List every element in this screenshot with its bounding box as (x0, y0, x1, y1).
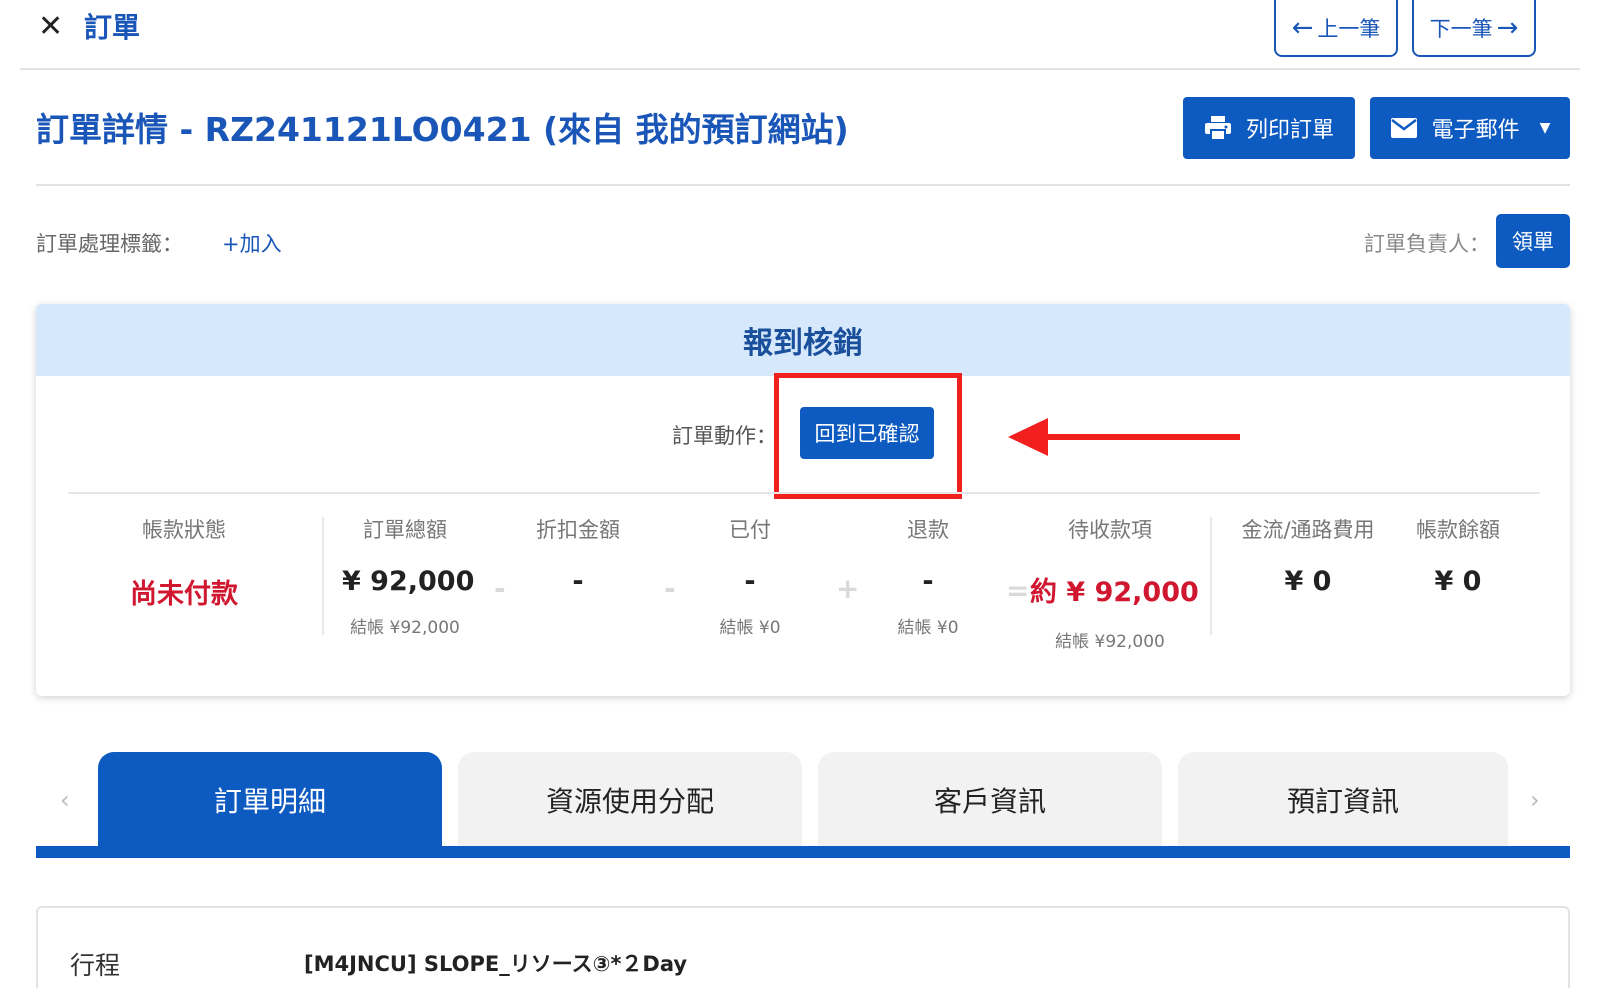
top-title: 訂單 (84, 11, 141, 44)
next-order-button[interactable]: 下一筆 → (1412, 0, 1536, 57)
caret-down-icon: ▼ (1539, 120, 1551, 136)
email-label: 電子郵件 (1431, 118, 1520, 143)
arrow-right-icon: → (1496, 12, 1519, 43)
prev-order-button[interactable]: ← 上一筆 (1274, 0, 1398, 57)
paid-label: 已付 (729, 518, 771, 542)
top-bar: ✕ 訂單 ← 上一筆 下一筆 → (20, 0, 1580, 70)
receivable-value: 約 ¥ 92,000 (1030, 577, 1199, 608)
divider (36, 184, 1570, 186)
receivable-column: 待收款項 約 ¥ 92,000 結帳 ¥92,000 (1030, 514, 1199, 652)
order-details-panel: 行程 [M4JNCU] SLOPE_リソース③*２Day (36, 906, 1570, 988)
print-order-label: 列印訂單 (1245, 118, 1334, 143)
tab-booking-info[interactable]: 預訂資訊 (1178, 752, 1508, 848)
close-icon[interactable]: ✕ (38, 8, 63, 46)
refund-sub: 結帳 ¥0 (897, 618, 959, 638)
tab-customer-info[interactable]: 客戶資訊 (818, 752, 1162, 848)
paid-sub: 結帳 ¥0 (719, 618, 781, 638)
order-total-value: ¥ 92,000 (342, 566, 475, 597)
refund-column: 退款 - 結帳 ¥0 (878, 514, 978, 638)
checkin-card: 報到核銷 訂單動作： 回到已確認 帳款狀態 尚未付款 訂單總額 ¥ 92,000… (36, 304, 1570, 696)
balance-label: 帳款餘額 (1416, 518, 1500, 542)
discount-column: 折扣金額 - (522, 514, 634, 597)
column-separator (1210, 517, 1212, 635)
page-title: 訂單詳情 - RZ241121LO0421 (來自 我的預訂網站) (36, 110, 849, 149)
mail-icon (1390, 118, 1417, 138)
column-separator (322, 517, 324, 635)
next-order-label: 下一筆 (1429, 16, 1493, 41)
printer-icon (1204, 116, 1231, 141)
claim-order-button[interactable]: 領單 (1496, 214, 1570, 268)
email-button[interactable]: 電子郵件 ▼ (1370, 97, 1570, 159)
balance-value: ¥ 0 (1434, 566, 1482, 597)
tab-order-details[interactable]: 訂單明細 (98, 752, 442, 848)
prev-order-label: 上一筆 (1317, 16, 1381, 41)
order-tags-label: 訂單處理標籤： (36, 232, 183, 256)
card-divider (68, 492, 1540, 494)
order-total-sub: 結帳 ¥92,000 (350, 618, 460, 638)
discount-label: 折扣金額 (536, 518, 620, 542)
payment-status-column: 帳款狀態 尚未付款 (114, 514, 254, 611)
discount-value: - (572, 566, 584, 597)
tab-underline (36, 846, 1570, 858)
minus-operator: - (494, 572, 506, 605)
receivable-label: 待收款項 (1068, 518, 1152, 542)
refund-value: - (922, 566, 934, 597)
gateway-fee-column: 金流/通路費用 ¥ 0 (1230, 514, 1386, 597)
refund-label: 退款 (907, 518, 949, 542)
order-total-label: 訂單總額 (363, 518, 447, 542)
tabs-scroll-left-icon[interactable]: ‹ (60, 786, 70, 814)
add-tag-link[interactable]: +加入 (222, 228, 282, 258)
minus-operator: - (664, 572, 676, 605)
tab-resource-allocation[interactable]: 資源使用分配 (458, 752, 802, 848)
print-order-button[interactable]: 列印訂單 (1183, 97, 1355, 159)
gateway-fee-value: ¥ 0 (1284, 566, 1332, 597)
order-action-label: 訂單動作： (672, 424, 777, 448)
card-title: 報到核銷 (36, 304, 1570, 376)
tabs-scroll-right-icon[interactable]: › (1530, 786, 1540, 814)
equals-operator: = (1006, 574, 1030, 607)
payment-status-label: 帳款狀態 (142, 518, 226, 542)
gateway-fee-label: 金流/通路費用 (1241, 518, 1375, 542)
paid-value: - (744, 566, 756, 597)
plus-operator: + (836, 572, 860, 605)
highlight-box (774, 373, 962, 499)
arrow-left-icon: ← (1291, 12, 1314, 43)
payment-status-value: 尚未付款 (130, 579, 238, 610)
annotation-arrow (1008, 418, 1240, 456)
itinerary-value: [M4JNCU] SLOPE_リソース③*２Day (304, 952, 688, 976)
receivable-sub: 結帳 ¥92,000 (1055, 632, 1165, 652)
balance-column: 帳款餘額 ¥ 0 (1408, 514, 1508, 597)
order-owner-label: 訂單負責人： (1364, 232, 1490, 256)
itinerary-label: 行程 (70, 951, 121, 980)
paid-column: 已付 - 結帳 ¥0 (700, 514, 800, 638)
order-total-column: 訂單總額 ¥ 92,000 結帳 ¥92,000 (342, 514, 475, 638)
